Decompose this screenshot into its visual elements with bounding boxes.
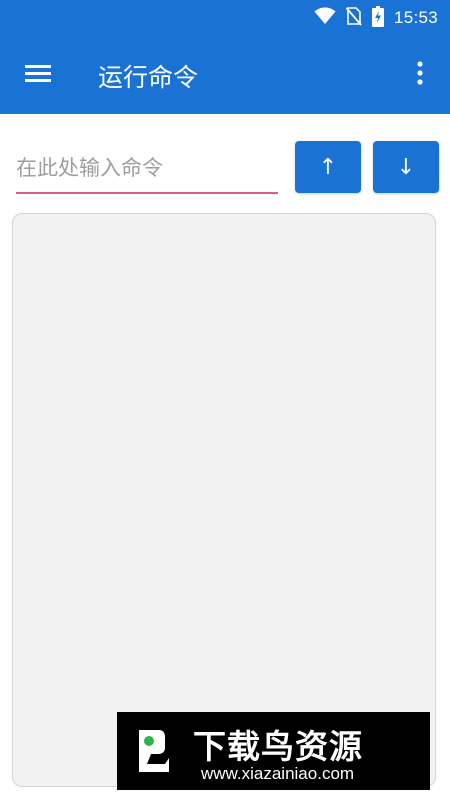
- wifi-icon: [314, 7, 336, 29]
- page-title: 运行命令: [98, 63, 199, 92]
- command-input[interactable]: [16, 148, 278, 194]
- watermark-url: www.xiazainiao.com: [201, 764, 355, 783]
- status-icons: 15:53: [314, 5, 438, 31]
- bird-logo-icon: [125, 724, 177, 780]
- watermark: 下载鸟资源 www.xiazainiao.com: [117, 712, 430, 790]
- battery-charging-icon: [371, 5, 384, 31]
- no-sim-icon: [345, 6, 362, 30]
- menu-button[interactable]: [20, 60, 56, 90]
- menu-icon: [25, 63, 51, 87]
- overflow-menu-button[interactable]: [406, 58, 434, 92]
- watermark-title: 下载鸟资源: [193, 727, 363, 766]
- more-vert-icon: [417, 61, 423, 89]
- status-time: 15:53: [393, 8, 438, 27]
- history-down-button[interactable]: ↓: [373, 141, 439, 193]
- status-bar: 15:53: [0, 0, 450, 36]
- app-bar: 运行命令: [0, 36, 450, 114]
- command-output-area[interactable]: [12, 213, 436, 787]
- history-up-button[interactable]: ↑: [295, 141, 361, 193]
